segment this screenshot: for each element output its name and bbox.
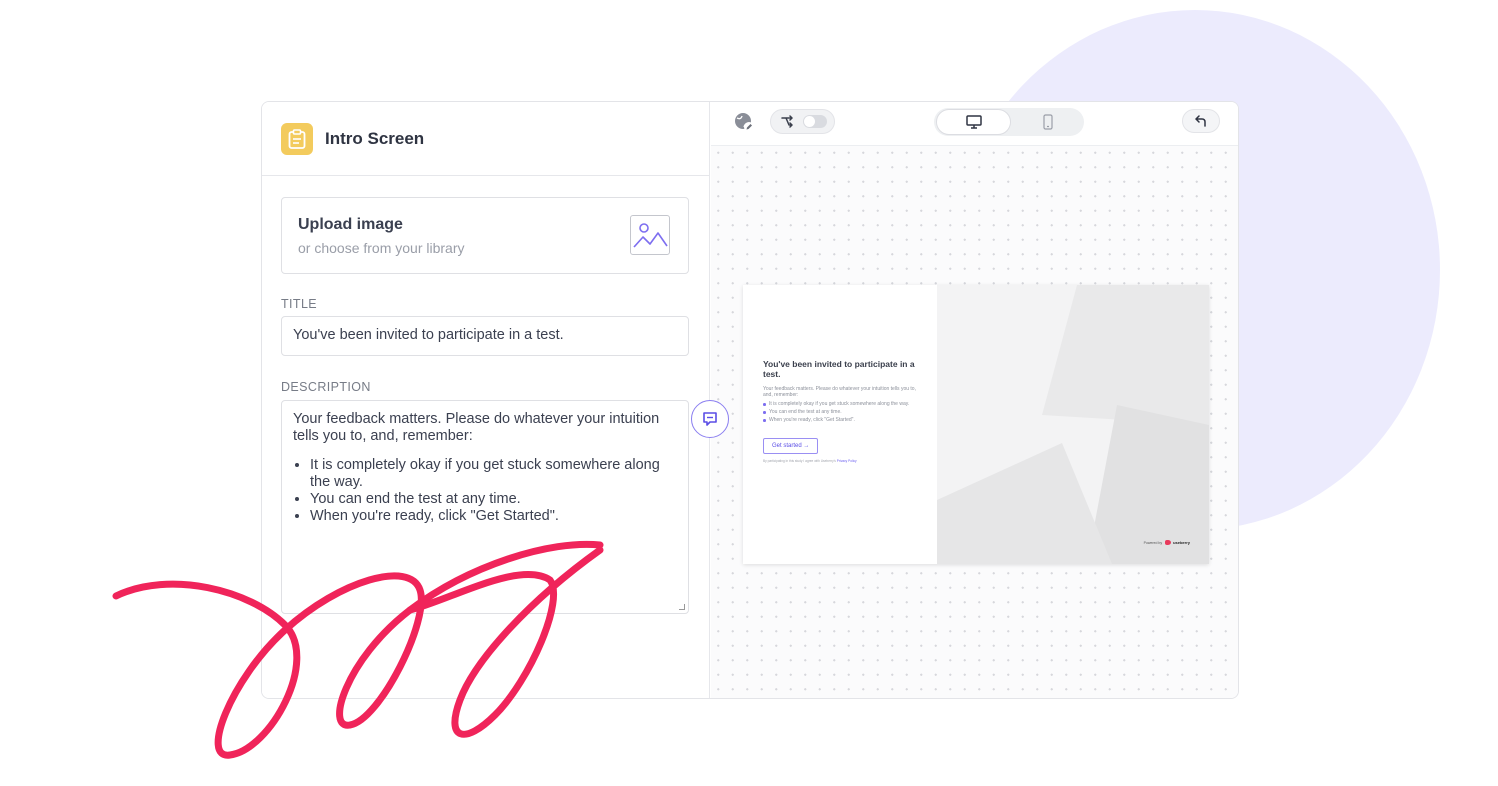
preview-description: Your feedback matters. Please do whateve… — [763, 386, 916, 398]
preview-list-item: You can end the test at any time. — [763, 409, 923, 415]
upload-title: Upload image — [298, 216, 403, 233]
title-label: TITLE — [281, 297, 318, 311]
description-item: You can end the test at any time. — [310, 491, 677, 508]
brand-name: useberry — [1173, 540, 1190, 545]
intro-screen-preview: You've been invited to participate in a … — [743, 285, 1209, 564]
branch-icon — [779, 114, 795, 130]
clipboard-icon — [281, 122, 313, 155]
description-item: It is completely okay if you get stuck s… — [310, 457, 677, 491]
resize-handle[interactable] — [679, 604, 685, 610]
powered-by-label: Powered by — [1143, 540, 1163, 545]
preview-content: You've been invited to participate in a … — [743, 285, 937, 564]
title-input[interactable]: You've been invited to participate in a … — [281, 316, 689, 356]
branching-toggle[interactable] — [770, 109, 835, 134]
panel-header: Intro Screen — [262, 102, 709, 176]
consent-text: By participating in this study I agree w… — [763, 459, 937, 463]
preview-toolbar — [711, 102, 1238, 146]
undo-icon — [1195, 115, 1206, 127]
preview-canvas: You've been invited to participate in a … — [711, 102, 1238, 698]
upload-subtitle: or choose from your library — [298, 240, 465, 256]
description-item: When you're ready, click "Get Started". — [310, 508, 677, 525]
mobile-view-button[interactable] — [1013, 109, 1082, 135]
mobile-icon — [1042, 114, 1053, 130]
preview-list-item: When you're ready, click "Get Started". — [763, 417, 923, 423]
desktop-view-button[interactable] — [936, 109, 1011, 135]
globe-edit-icon[interactable] — [733, 111, 755, 133]
description-list: It is completely okay if you get stuck s… — [293, 457, 677, 525]
powered-by: Powered by useberry — [1144, 540, 1190, 545]
preview-image-area: Powered by useberry — [937, 285, 1209, 564]
preview-list: It is completely okay if you get stuck s… — [763, 401, 923, 423]
device-switcher — [934, 108, 1084, 136]
comment-button[interactable] — [691, 400, 729, 438]
page-title: Intro Screen — [325, 128, 425, 148]
decorative-scribble — [112, 540, 604, 759]
preview-title: You've been invited to participate in a … — [763, 359, 915, 379]
description-intro: Your feedback matters. Please do whateve… — [293, 411, 660, 444]
desktop-icon — [965, 115, 982, 129]
upload-image-dropzone[interactable]: Upload image or choose from your library — [281, 197, 689, 274]
toggle-switch[interactable] — [803, 115, 827, 128]
consent-prefix: By participating in this study I agree w… — [763, 459, 836, 463]
privacy-policy-link[interactable]: Privacy Policy — [837, 459, 857, 463]
image-icon — [630, 215, 670, 255]
undo-button[interactable] — [1182, 109, 1220, 133]
get-started-button[interactable]: Get started → — [763, 438, 819, 454]
useberry-logo-icon — [1165, 540, 1172, 545]
comment-icon — [703, 412, 717, 426]
abstract-shapes-graphic — [937, 285, 1209, 564]
description-label: DESCRIPTION — [281, 380, 371, 394]
preview-list-item: It is completely okay if you get stuck s… — [763, 401, 923, 407]
